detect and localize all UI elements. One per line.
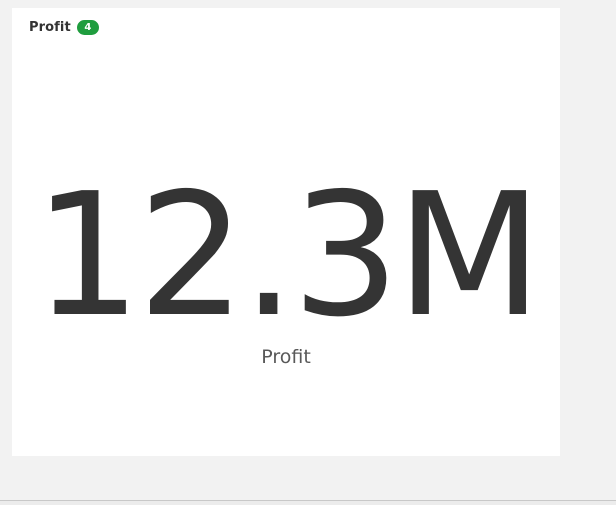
- card-header: Profit 4: [29, 18, 99, 36]
- bottom-strip: [0, 501, 616, 505]
- kpi-label: Profit: [261, 346, 311, 368]
- dashboard-canvas: Profit 4 12.3M Profit: [0, 0, 616, 505]
- kpi-value: 12.3M: [33, 157, 542, 355]
- count-badge: 4: [76, 19, 99, 35]
- card-title: Profit: [29, 19, 71, 35]
- kpi-card[interactable]: Profit 4 12.3M Profit: [12, 8, 560, 456]
